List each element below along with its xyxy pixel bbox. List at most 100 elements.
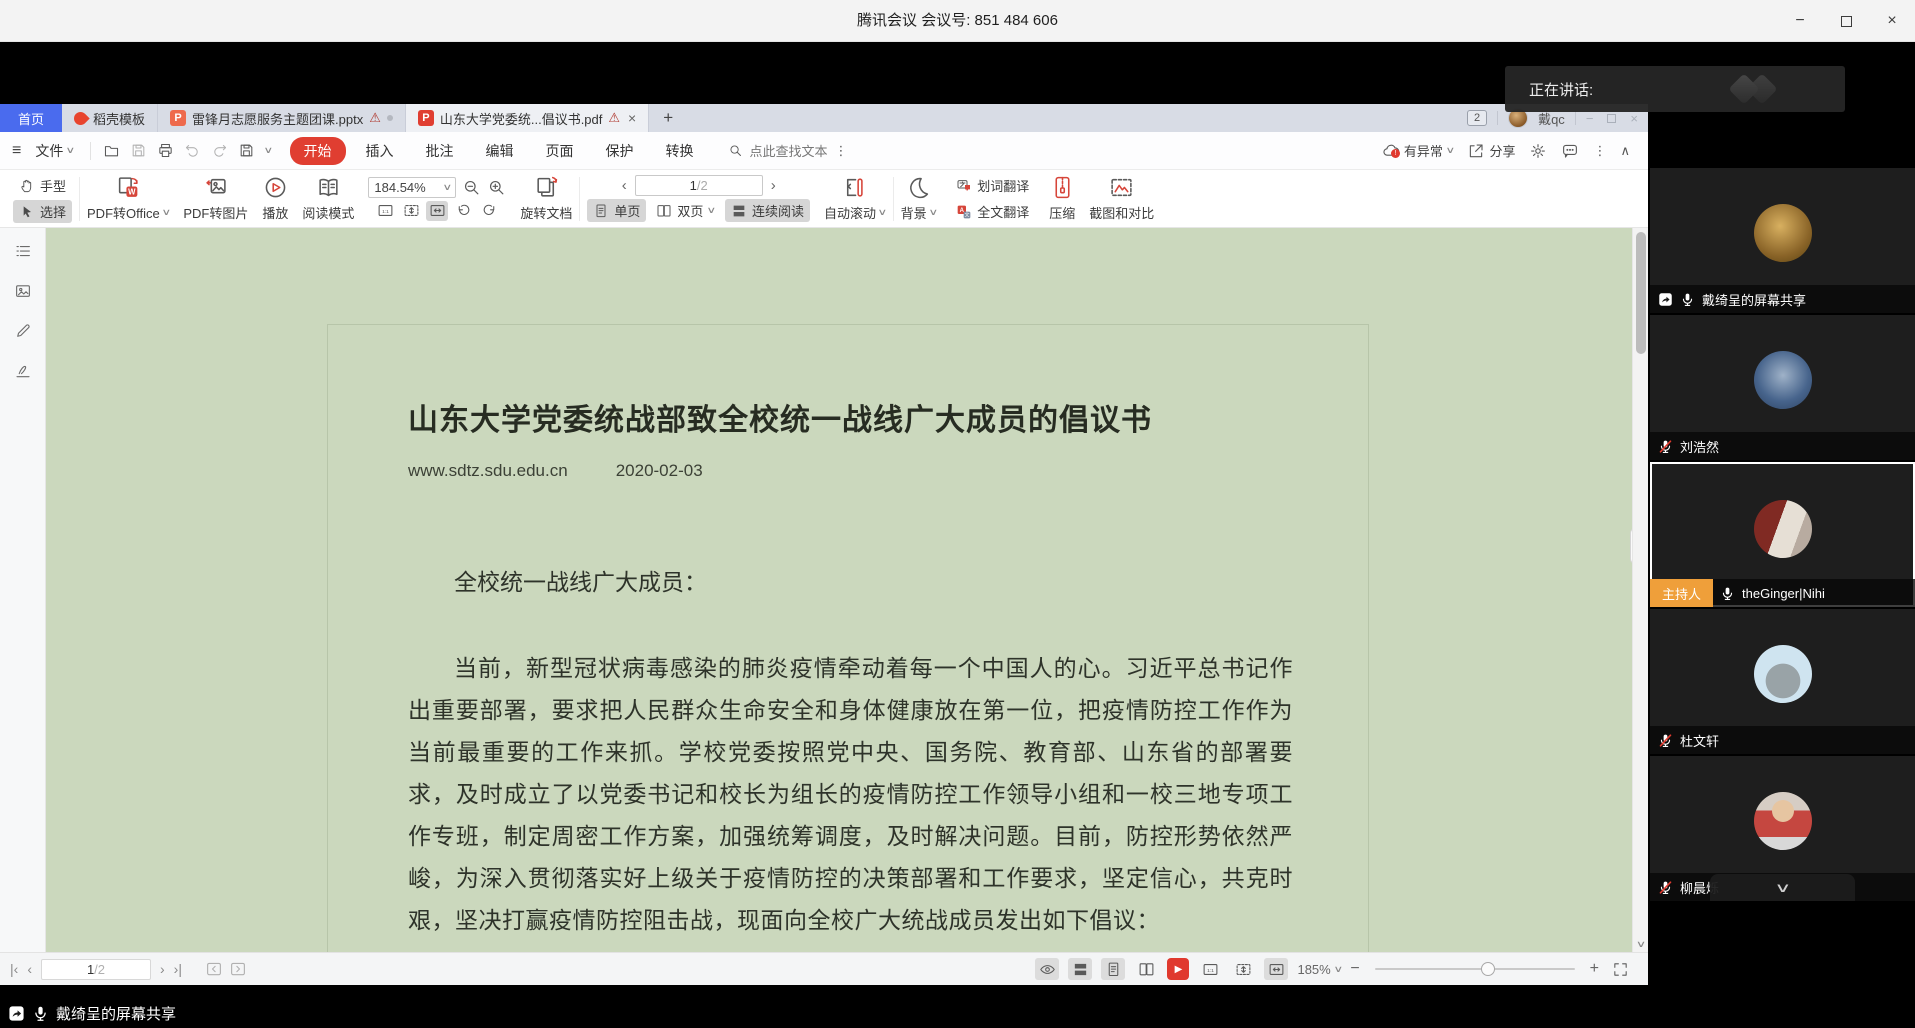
prev-view-icon[interactable]	[205, 960, 223, 978]
select-tool-button[interactable]: 选择	[13, 200, 72, 223]
fit-page-button[interactable]	[1231, 958, 1255, 980]
read-mode-button[interactable]: 阅读模式	[295, 173, 361, 225]
wps-close-button[interactable]: ×	[1630, 111, 1638, 126]
wps-maximize-button[interactable]	[1607, 114, 1616, 123]
full-translate-button[interactable]: 全文翻译	[950, 200, 1035, 223]
collapse-participants-button[interactable]: ∨	[1710, 874, 1855, 901]
page-number-input[interactable]: 1/2	[635, 175, 763, 196]
actual-size-button[interactable]	[374, 201, 396, 221]
menu-tab-page[interactable]: 页面	[534, 138, 586, 164]
continuous-view-button[interactable]	[1068, 958, 1092, 980]
pdf-to-office-button[interactable]: PDF转Office∨	[80, 173, 176, 225]
menu-tab-comment[interactable]: 批注	[414, 138, 466, 164]
snapshot-compare-button[interactable]: 截图和对比	[1082, 173, 1161, 225]
fit-page-button[interactable]	[400, 201, 422, 221]
tab-docer-templates[interactable]: 稻壳模板	[62, 104, 158, 132]
zoom-out-button[interactable]: −	[1350, 960, 1359, 978]
annotation-pane-icon[interactable]	[14, 322, 32, 340]
statusbar-page-input[interactable]: 1/2	[41, 959, 151, 980]
compress-button[interactable]: 压缩	[1042, 173, 1082, 225]
participant-tile[interactable]: 戴绮呈的屏幕共享	[1650, 168, 1915, 313]
prev-page-icon[interactable]: ‹	[622, 177, 627, 194]
open-file-icon[interactable]	[103, 142, 120, 159]
document-viewport[interactable]: 山东大学党委统战部致全校统一战线广大成员的倡议书 www.sdtz.sdu.ed…	[46, 228, 1632, 952]
auto-scroll-button[interactable]: 自动滚动∨	[817, 173, 893, 225]
menu-tab-edit[interactable]: 编辑	[474, 138, 526, 164]
participant-tile-active-speaker[interactable]: 主持人 theGinger|Nihi	[1650, 462, 1915, 607]
minimize-button[interactable]: −	[1777, 0, 1823, 42]
zoom-slider-knob[interactable]	[1481, 962, 1495, 976]
zoom-slider[interactable]	[1375, 968, 1575, 970]
participant-tile[interactable]: 杜文轩	[1650, 609, 1915, 754]
zoom-out-icon[interactable]	[462, 178, 481, 197]
more-vertical-icon[interactable]: ⋮	[835, 143, 848, 159]
zoom-in-icon[interactable]	[487, 178, 506, 197]
last-page-button[interactable]: ›|	[174, 961, 182, 977]
chat-icon[interactable]	[1561, 142, 1579, 160]
fit-width-button[interactable]	[426, 201, 448, 221]
single-page-button[interactable]: 单页	[587, 199, 646, 222]
collapse-ribbon-icon[interactable]: ∧	[1620, 143, 1630, 159]
rotate-doc-button[interactable]: 旋转文档	[513, 173, 579, 225]
play-slideshow-button[interactable]: ▶	[1167, 958, 1189, 980]
zoom-in-button[interactable]: +	[1590, 960, 1599, 978]
play-button[interactable]: 播放	[255, 173, 295, 225]
wps-minimize-button[interactable]: −	[1586, 111, 1594, 126]
zoom-level[interactable]: 185% ∨	[1297, 962, 1341, 977]
redo-icon[interactable]	[211, 142, 228, 159]
pdf-to-image-button[interactable]: PDF转图片	[176, 173, 255, 225]
settings-gear-icon[interactable]	[1529, 142, 1547, 160]
menu-tab-protect[interactable]: 保护	[594, 138, 646, 164]
message-count-badge[interactable]: 2	[1467, 110, 1487, 126]
double-page-view-button[interactable]	[1134, 958, 1158, 980]
eye-protect-button[interactable]	[1035, 958, 1059, 980]
search-box[interactable]: 点此查找文本 ⋮	[728, 141, 848, 160]
zoom-select[interactable]: 184.54% ∨	[368, 177, 456, 198]
first-page-button[interactable]: |‹	[10, 961, 18, 977]
tab-home[interactable]: 首页	[0, 104, 62, 132]
single-page-view-button[interactable]	[1101, 958, 1125, 980]
word-translate-button[interactable]: 划词翻译	[950, 174, 1035, 197]
cloud-sync-status[interactable]: ! 有异常 ∨	[1382, 141, 1454, 160]
file-menu[interactable]: 文件 ∨	[31, 141, 78, 161]
main-menu-icon[interactable]: ≡	[10, 142, 23, 160]
close-tab-icon[interactable]: ×	[626, 110, 636, 126]
new-tab-button[interactable]: +	[649, 104, 687, 132]
participant-tile[interactable]: 刘浩然	[1650, 315, 1915, 460]
save-icon[interactable]	[130, 142, 147, 159]
continuous-read-button[interactable]: 连续阅读	[725, 199, 810, 222]
scroll-down-icon[interactable]: ∨	[1628, 939, 1654, 950]
participant-tile[interactable]: 柳晨烁 ∨	[1650, 756, 1915, 901]
menu-tab-home[interactable]: 开始	[290, 137, 346, 165]
print-icon[interactable]	[157, 142, 174, 159]
thumbnail-pane-icon[interactable]	[14, 282, 32, 300]
background-button[interactable]: 背景∨	[894, 173, 944, 225]
outline-pane-icon[interactable]	[14, 242, 32, 260]
menu-tab-insert[interactable]: 插入	[354, 138, 406, 164]
next-view-icon[interactable]	[229, 960, 247, 978]
maximize-button[interactable]	[1823, 0, 1869, 42]
signature-pane-icon[interactable]	[14, 362, 32, 380]
prev-page-button[interactable]: ‹	[27, 961, 32, 977]
rotate-right-button[interactable]	[478, 201, 500, 221]
tab-pdf-document[interactable]: P 山东大学党委统...倡议书.pdf ⚠ ×	[406, 104, 649, 132]
vertical-scrollbar[interactable]: ∨	[1632, 228, 1648, 952]
actual-size-button[interactable]	[1198, 958, 1222, 980]
menu-tab-convert[interactable]: 转换	[654, 138, 706, 164]
share-button[interactable]: 分享	[1467, 141, 1515, 160]
more-vertical-icon[interactable]: ⋮	[1593, 143, 1606, 159]
chevron-down-icon[interactable]: ∨	[263, 145, 273, 156]
fullscreen-button[interactable]	[1608, 958, 1632, 980]
mic-muted-icon	[1658, 733, 1673, 748]
next-page-button[interactable]: ›	[160, 961, 165, 977]
double-page-button[interactable]: 双页 ∨	[650, 199, 721, 222]
close-button[interactable]: ×	[1869, 0, 1915, 42]
scrollbar-thumb[interactable]	[1636, 232, 1646, 354]
quick-save-icon[interactable]	[238, 142, 255, 159]
fit-width-button[interactable]	[1264, 958, 1288, 980]
hand-tool-button[interactable]: 手型	[13, 174, 72, 197]
rotate-left-button[interactable]	[452, 201, 474, 221]
undo-icon[interactable]	[184, 142, 201, 159]
tab-pptx-document[interactable]: P 雷锋月志愿服务主题团课.pptx ⚠	[158, 104, 406, 132]
next-page-icon[interactable]: ›	[771, 177, 776, 194]
